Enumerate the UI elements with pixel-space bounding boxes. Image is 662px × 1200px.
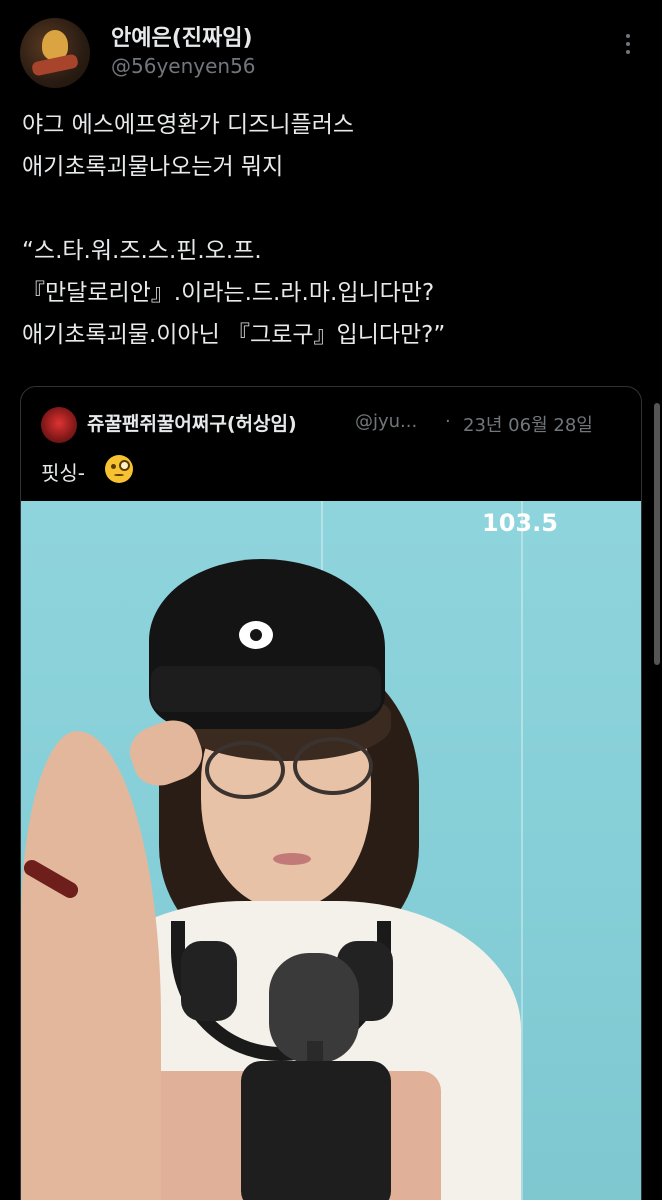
quoted-author-handle: @jyu... bbox=[355, 411, 418, 432]
quoted-author-avatar bbox=[41, 407, 77, 443]
quoted-text: 핏싱- bbox=[41, 461, 86, 485]
beanie-eye-logo-icon bbox=[239, 621, 273, 649]
avatar-base bbox=[31, 53, 79, 77]
tweet-body: 야그 에스에프영환가 디즈니플러스 애기초록괴물나오는거 뭐지 “스.타.워.즈… bbox=[22, 104, 642, 356]
tweet-line: 『만달로리안』.이라는.드.라.마.입니다만? bbox=[22, 280, 435, 306]
face-with-monocle-icon bbox=[105, 455, 133, 483]
quoted-tweet[interactable]: 쥬꿀팬쥐꿀어쩌구(허상임) @jyu... · 23년 06월 28일 핏싱- … bbox=[20, 386, 642, 1200]
tweet-line: 애기초록괴물나오는거 뭐지 bbox=[22, 154, 284, 180]
raised-arm bbox=[21, 731, 161, 1200]
glasses-lens-right bbox=[293, 737, 373, 795]
beanie-band bbox=[151, 666, 381, 712]
quoted-author-display-name: 쥬꿀팬쥐꿀어쩌구(허상임) bbox=[87, 413, 297, 435]
quoted-media-image[interactable]: 103.5 bbox=[21, 501, 641, 1200]
tweet-line-gap bbox=[22, 188, 642, 230]
tweet-line: 애기초록괴물.이아닌 『그로구』입니다만?” bbox=[22, 322, 446, 348]
author-avatar[interactable] bbox=[20, 18, 90, 88]
radio-frequency-label: 103.5 bbox=[482, 509, 558, 537]
tweet-line: 야그 에스에프영환가 디즈니플러스 bbox=[22, 112, 355, 138]
tweet-line: “스.타.워.즈.스.핀.오.프. bbox=[22, 238, 262, 264]
quoted-date: 23년 06월 28일 bbox=[463, 415, 593, 436]
author-handle[interactable]: @56yenyen56 bbox=[111, 54, 256, 78]
quoted-date-separator: · bbox=[445, 411, 451, 432]
scrollbar-thumb[interactable] bbox=[654, 403, 660, 665]
person-mouth bbox=[273, 853, 311, 865]
author-display-name[interactable]: 안예은(진짜임) bbox=[111, 20, 253, 52]
glasses-lens-left bbox=[205, 741, 285, 799]
more-options-icon[interactable] bbox=[618, 30, 638, 64]
tweet-header: 안예은(진짜임) @56yenyen56 bbox=[0, 0, 662, 90]
headphone-cup-left bbox=[181, 941, 237, 1021]
microphone-mount bbox=[241, 1061, 391, 1200]
